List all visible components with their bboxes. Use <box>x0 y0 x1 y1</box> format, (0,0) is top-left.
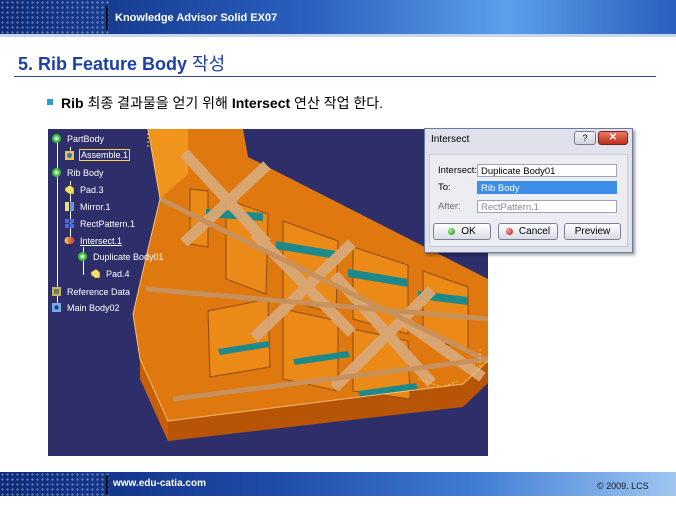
to-label: To: <box>438 182 451 193</box>
cancel-label: Cancel <box>518 226 551 237</box>
footer-url[interactable]: www.edu-catia.com <box>113 478 206 489</box>
slide-title: 5. Rib Feature Body 작성 <box>18 50 225 76</box>
intersect-dialog: Intersect ? ✕ Intersect: Duplicate Body0… <box>424 128 633 253</box>
bullet-text-1: 최종 결과물을 얻기 위해 <box>83 95 232 111</box>
tree-label: PartBody <box>67 133 105 144</box>
pad-icon <box>90 268 101 279</box>
body-icon <box>51 302 62 313</box>
preview-label: Preview <box>574 226 611 237</box>
header-dot-pattern <box>0 0 110 34</box>
tree-node-rib-body[interactable]: Rib Body <box>51 167 105 178</box>
intersect-label: Intersect: <box>438 165 478 176</box>
footer-dot-pattern <box>0 472 110 496</box>
specification-tree: PartBody Assemble.1 Rib Body Pad.3 Mirro… <box>48 129 248 329</box>
header-title: Knowledge Advisor Solid EX07 <box>115 12 278 24</box>
tree-node-duplicate-body[interactable]: Duplicate Body01 <box>77 251 165 262</box>
tree-node-intersect[interactable]: Intersect.1 <box>64 235 123 246</box>
cancel-button[interactable]: Cancel <box>498 223 558 240</box>
tree-label: Duplicate Body01 <box>93 251 164 262</box>
help-button[interactable]: ? <box>574 131 596 145</box>
tree-label: Reference Data <box>67 286 131 297</box>
slide-title-prefix: 5. Rib Feature Body <box>18 54 188 74</box>
pad-icon <box>64 184 75 195</box>
tree-label: Mirror.1 <box>80 201 111 212</box>
ok-button[interactable]: OK <box>433 223 491 240</box>
bullet-marker-icon <box>47 99 53 106</box>
tree-node-pad3[interactable]: Pad.3 <box>64 184 105 195</box>
cancel-icon <box>505 228 513 235</box>
tree-node-rectpattern[interactable]: RectPattern.1 <box>64 218 136 229</box>
tree-label: Rib Body <box>67 167 104 178</box>
tree-node-assemble[interactable]: Assemble.1 <box>64 149 131 161</box>
body-icon <box>51 133 62 144</box>
bullet-bold-intersect: Intersect <box>231 95 291 111</box>
tree-label: RectPattern.1 <box>80 218 136 229</box>
tree-label: Pad.4 <box>106 268 130 279</box>
tree-node-reference-data[interactable]: Reference Data <box>51 286 131 297</box>
intersect-field[interactable]: Duplicate Body01 <box>477 164 617 177</box>
tree-label: Pad.3 <box>80 184 104 195</box>
footer-separator <box>106 475 108 495</box>
intersect-icon <box>64 235 75 246</box>
body-icon <box>51 167 62 178</box>
ok-label: OK <box>461 226 476 237</box>
mirror-icon <box>64 201 75 212</box>
dialog-title: Intersect <box>431 134 470 145</box>
tree-node-main-body[interactable]: Main Body02 <box>51 302 121 313</box>
title-underline <box>14 76 656 77</box>
tree-connector <box>57 135 58 307</box>
footer-bottom-strip <box>0 496 676 508</box>
footer-bar: www.edu-catia.com © 2009. LCS <box>0 472 676 496</box>
preview-button[interactable]: Preview <box>564 223 621 240</box>
header-stripe <box>0 34 676 37</box>
close-button[interactable]: ✕ <box>598 131 628 145</box>
bullet-line: Rib 최종 결과물을 얻기 위해 Intersect 연산 작업 한다. <box>47 93 383 113</box>
footer-copyright: © 2009. LCS <box>597 481 649 491</box>
tree-node-mirror[interactable]: Mirror.1 <box>64 201 112 212</box>
bullet-bold-rib: Rib <box>61 95 84 111</box>
tree-label: Assemble.1 <box>79 149 131 161</box>
catia-viewport[interactable]: PartBody Assemble.1 Rib Body Pad.3 Mirro… <box>48 129 488 456</box>
bullet-text-2: 연산 작업 한다. <box>290 95 384 111</box>
to-field[interactable]: Rib Body <box>477 181 617 194</box>
assemble-icon <box>64 150 75 161</box>
reference-icon <box>51 286 62 297</box>
ok-icon <box>448 228 456 235</box>
header-separator <box>106 6 108 30</box>
tree-node-pad4[interactable]: Pad.4 <box>90 268 131 279</box>
header-bar: Knowledge Advisor Solid EX07 <box>0 0 676 34</box>
tree-label: Intersect.1 <box>80 235 123 246</box>
after-label: After: <box>438 201 461 212</box>
slide-title-suffix: 작성 <box>187 54 226 74</box>
pattern-icon <box>64 218 75 229</box>
after-field: RectPattern.1 <box>477 200 617 213</box>
tree-node-partbody[interactable]: PartBody <box>51 133 105 144</box>
tree-label: Main Body02 <box>67 302 120 313</box>
body-icon <box>77 251 88 262</box>
